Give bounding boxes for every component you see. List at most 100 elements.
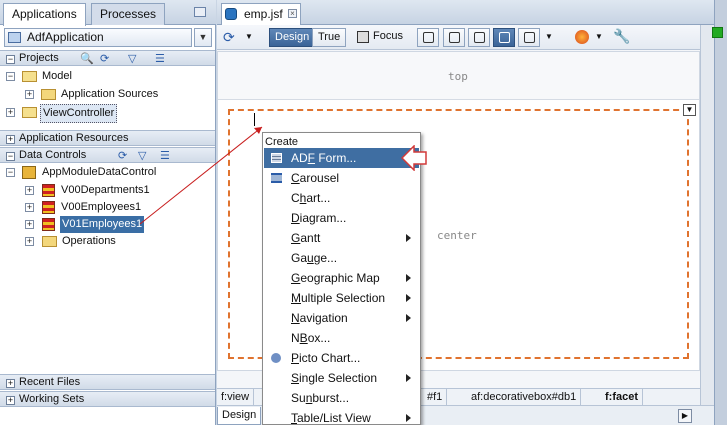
tree-item-label: Model [42,70,72,82]
chevron-down-icon[interactable]: ▼ [595,32,603,41]
options-icon[interactable]: ☰ [160,149,170,162]
browser-icon[interactable] [575,30,589,44]
breadcrumb-item[interactable]: f:view [217,389,255,405]
collapse-icon[interactable]: − [6,152,15,161]
menu-item-sunburst[interactable]: Sunburst... [264,388,419,408]
collapse-icon[interactable]: − [6,168,15,177]
top-facet-label: top [448,70,468,83]
true-mode-button[interactable]: True [312,28,347,47]
folder-icon [41,89,56,100]
tree-item-v00departments1[interactable]: + V00Departments1 [0,182,215,199]
picto-chart-icon [271,353,281,363]
menu-item-geographic-map[interactable]: Geographic Map [264,268,419,288]
tree-item-label: V00Departments1 [61,184,150,196]
filter-icon[interactable]: ▽ [128,52,136,65]
expand-icon[interactable]: + [25,220,34,229]
scroll-right-icon[interactable]: ▶ [678,409,692,423]
tab-applications[interactable]: Applications [3,3,86,26]
tree-item-v00employees1[interactable]: + V00Employees1 [0,199,215,216]
expand-icon[interactable]: + [25,186,34,195]
menu-item-single-selection[interactable]: Single Selection [264,368,419,388]
create-context-menu: Create ADF Form... Carousel Chart... Diagra… [262,132,421,425]
menu-item-carousel[interactable]: Carousel [264,168,419,188]
facet-menu-button[interactable]: ▼ [683,104,696,116]
design-mode-button[interactable]: Design [269,28,316,47]
menu-item-diagram[interactable]: Diagram... [264,208,419,228]
find-icon[interactable]: 🔍 [80,52,94,65]
top-facet-zone[interactable]: top [218,52,699,100]
filter-icon[interactable]: ▽ [138,149,146,162]
breadcrumb-item[interactable]: #f1 [423,389,448,405]
breadcrumb-item[interactable]: af:decorativebox#db1 [467,389,582,405]
recent-files-section-header[interactable]: + Recent Files [0,374,215,390]
menu-item-nbox[interactable]: NBox... [264,328,419,348]
menu-item-gauge[interactable]: Gauge... [264,248,419,268]
tree-item-viewcontroller[interactable]: + ViewController [0,104,215,123]
phone-portrait-button[interactable] [518,28,540,47]
breadcrumb-item[interactable]: f:facet [601,389,644,405]
tablet-portrait-button[interactable] [468,28,490,47]
submenu-arrow-icon [406,294,411,302]
tab-design[interactable]: Design [217,407,262,425]
collapse-icon[interactable]: − [6,55,15,64]
working-sets-section-header[interactable]: + Working Sets [0,391,215,407]
tablet-landscape-button[interactable] [443,28,465,47]
application-icon [8,32,21,43]
application-selector[interactable]: AdfApplication [4,28,192,47]
carousel-icon [271,173,282,183]
collapse-icon[interactable]: − [6,72,15,81]
refresh-icon[interactable]: ⟳ [100,52,109,65]
menu-item-chart[interactable]: Chart... [264,188,419,208]
chevron-down-icon[interactable]: ▼ [245,32,253,41]
refresh-icon[interactable]: ⟳ [118,149,127,162]
expand-icon[interactable]: + [6,135,15,144]
refresh-icon[interactable]: ⟳ [223,29,235,46]
options-icon[interactable]: ☰ [155,52,165,65]
focus-icon [357,31,369,43]
tree-item-appmoduledatacontrol[interactable]: − AppModuleDataControl [0,164,215,181]
tab-processes[interactable]: Processes [91,3,166,25]
menu-item-table-list-view[interactable]: Table/List View [264,408,419,425]
menu-item-label: Single Selection [291,371,378,385]
desktop-preview-button[interactable] [417,28,439,47]
expand-icon[interactable]: + [6,379,15,388]
menu-item-adf-form[interactable]: ADF Form... [264,148,419,168]
menu-item-navigation[interactable]: Navigation [264,308,419,328]
tree-item-v01employees1[interactable]: + V01Employees1 [0,216,215,233]
tree-item-label: ViewController [40,104,118,123]
tree-item-label: Operations [62,235,116,247]
menu-item-multiple-selection[interactable]: Multiple Selection [264,288,419,308]
application-menu-button[interactable]: ▼ [194,28,212,47]
phone-landscape-button[interactable] [493,28,515,47]
form-icon [271,153,282,163]
submenu-arrow-icon [406,414,411,422]
menu-item-label: Multiple Selection [291,291,386,305]
expand-icon[interactable]: + [6,396,15,405]
application-resources-section-header[interactable]: + Application Resources [0,130,215,146]
close-icon[interactable]: × [288,9,297,18]
tree-item-model[interactable]: − Model [0,68,215,85]
expand-icon[interactable]: + [25,237,34,246]
menu-item-label: Table/List View [291,411,371,425]
collection-icon [42,184,55,197]
navigator-tab-bar: Applications Processes [0,0,216,26]
expand-icon[interactable]: + [25,90,34,99]
menu-item-label: NBox... [291,331,331,345]
data-control-icon [22,166,36,179]
vertical-scrollbar[interactable] [700,25,714,406]
menu-item-picto-chart[interactable]: Picto Chart... [264,348,419,368]
expand-icon[interactable]: + [25,203,34,212]
menu-item-gantt[interactable]: Gantt [264,228,419,248]
tree-item-operations[interactable]: + Operations [0,233,215,250]
wrench-icon[interactable]: 🔧 [613,28,630,45]
chevron-down-icon[interactable]: ▼ [545,32,553,41]
menu-item-label: Carousel [291,171,340,185]
menu-item-label: Diagram... [291,211,347,225]
menu-item-label: Gantt [291,231,321,245]
minimize-icon[interactable] [194,7,206,17]
focus-button[interactable]: Focus [373,30,403,42]
tree-item-application-sources[interactable]: + Application Sources [0,86,215,103]
expand-icon[interactable]: + [6,108,15,117]
submenu-arrow-icon [406,234,411,242]
data-controls-section-header[interactable]: − Data Controls [0,147,215,163]
